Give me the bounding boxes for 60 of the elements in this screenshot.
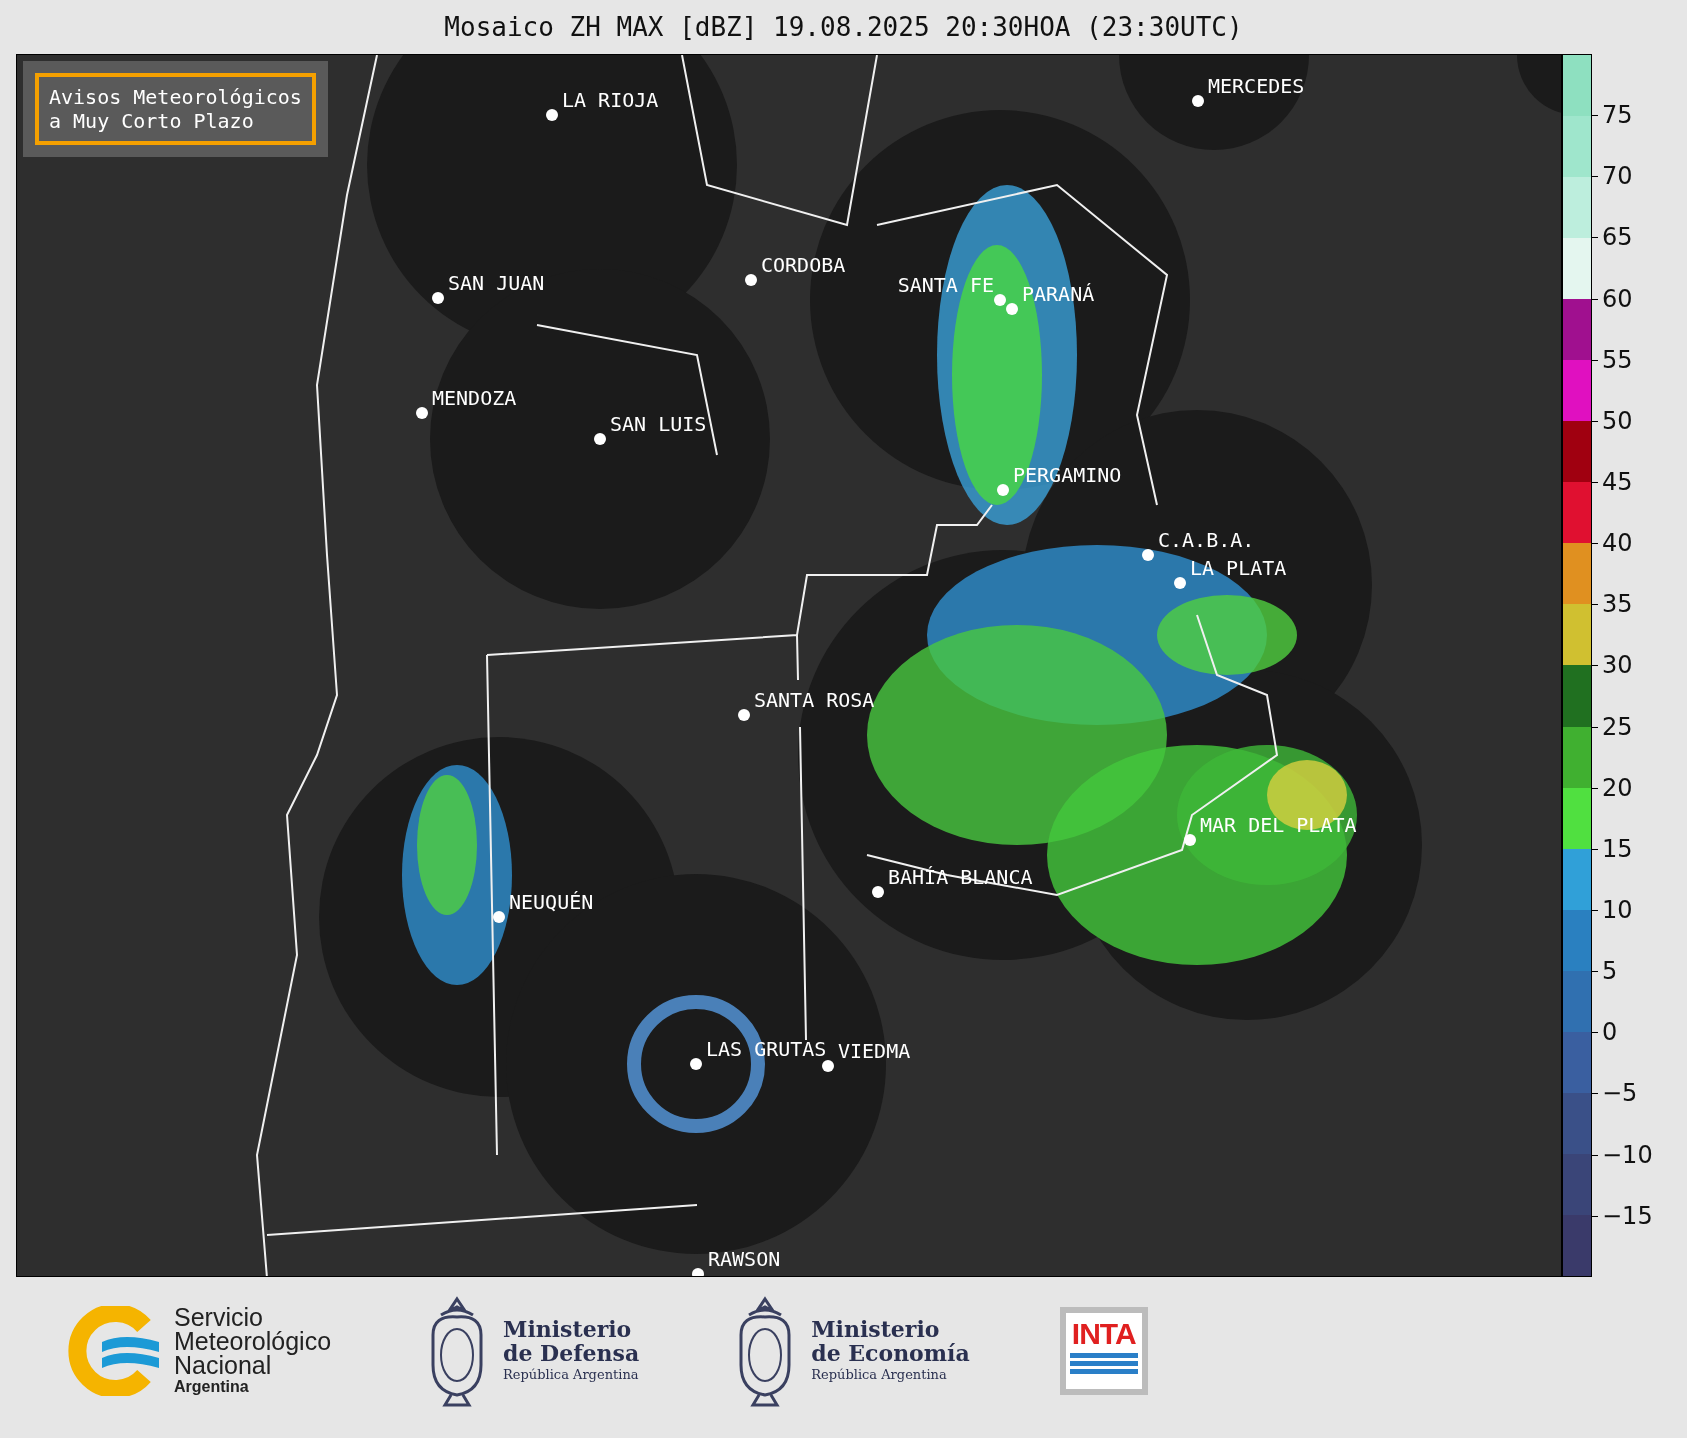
tick-label: 65	[1602, 223, 1633, 252]
city-label: SAN JUAN	[448, 271, 545, 295]
city-marker	[692, 1268, 704, 1276]
city-label: LA RIOJA	[562, 88, 659, 112]
city-marker	[745, 274, 757, 286]
city-label: MERCEDES	[1208, 74, 1305, 98]
notice-label: Avisos Meteorológicos a Muy Corto Plazo	[35, 73, 316, 145]
city-label: C.A.B.A.	[1158, 528, 1255, 552]
institute-logo: INTA	[1059, 1307, 1148, 1395]
city-marker	[546, 109, 558, 121]
tick-label: 15	[1602, 834, 1633, 863]
tick-label: −10	[1602, 1140, 1653, 1169]
city-label: RAWSON	[708, 1247, 781, 1271]
tick-label: 20	[1602, 773, 1633, 802]
tick-label: 10	[1602, 895, 1633, 924]
city-marker	[594, 433, 606, 445]
tick-label: 50	[1602, 406, 1633, 435]
tick-label: 40	[1602, 529, 1633, 558]
tick-label: 35	[1602, 590, 1633, 619]
tick-label: 5	[1602, 957, 1618, 986]
tick-label: 75	[1602, 101, 1633, 130]
logo-subtitle: República Argentina	[811, 1366, 948, 1384]
tick-label: 60	[1602, 284, 1633, 313]
city-marker	[432, 292, 444, 304]
city-marker	[738, 709, 750, 721]
city-marker	[1184, 834, 1196, 846]
city-label: VIEDMA	[838, 1039, 911, 1063]
city-marker	[416, 407, 428, 419]
city-label: SANTA ROSA	[754, 688, 875, 712]
logo-text: Ministerio de Economía	[811, 1317, 970, 1365]
logo-text: Ministerio de Defensa	[503, 1317, 640, 1365]
tick-label: 25	[1602, 712, 1633, 741]
tick-label: −5	[1602, 1079, 1638, 1108]
city-label: SAN LUIS	[610, 412, 707, 436]
city-label: MENDOZA	[432, 386, 517, 410]
chart-title: Mosaico ZH MAX [dBZ] 19.08.2025 20:30HOA (23:30UTC)	[443, 11, 1244, 44]
city-label: BAHÍA BLANCA	[888, 865, 1033, 889]
city-marker	[822, 1060, 834, 1072]
city-marker	[872, 886, 884, 898]
logo-subtitle: Argentina	[174, 1377, 250, 1397]
tick-label: 70	[1602, 162, 1633, 191]
stripes-icon	[1069, 1351, 1138, 1377]
city-marker	[493, 911, 505, 923]
tick-label: −15	[1602, 1201, 1653, 1230]
city-marker	[994, 294, 1006, 306]
logo-text: Servicio Meteorológico Nacional	[174, 1305, 332, 1377]
city-marker	[997, 484, 1009, 496]
city-marker	[1192, 95, 1204, 107]
city-label: NEUQUÉN	[509, 890, 594, 914]
city-marker	[1006, 303, 1018, 315]
city-marker	[690, 1058, 702, 1070]
tick-label: 0	[1602, 1018, 1618, 1047]
tick-label: 45	[1602, 468, 1633, 496]
logo-subtitle: República Argentina	[503, 1366, 640, 1384]
city-label: CORDOBA	[761, 253, 846, 277]
city-marker	[1142, 549, 1154, 561]
tick-label: 30	[1602, 651, 1633, 680]
tick-label: 55	[1602, 345, 1633, 374]
city-marker	[1174, 577, 1186, 589]
city-label: LA PLATA	[1190, 556, 1287, 580]
